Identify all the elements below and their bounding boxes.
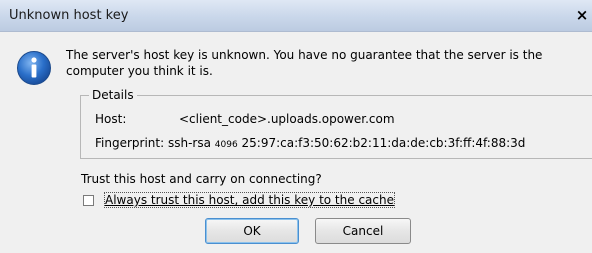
always-trust-checkbox[interactable] — [83, 195, 94, 206]
info-icon — [17, 51, 51, 85]
details-legend: Details — [89, 87, 137, 103]
fingerprint-type: ssh-rsa — [167, 136, 211, 150]
message-line-2: computer you think it is. — [66, 64, 213, 78]
host-label: Host: — [95, 112, 127, 126]
message-line-1: The server's host key is unknown. You ha… — [66, 48, 543, 62]
host-value: <client_code>.uploads.opower.com — [179, 112, 395, 126]
fingerprint-bits: 4096 — [214, 140, 238, 150]
fingerprint-label: Fingerprint: — [95, 136, 165, 150]
cancel-button[interactable]: Cancel — [315, 218, 411, 244]
fingerprint-row: Fingerprint: ssh-rsa 4096 25:97:ca:f3:50… — [95, 136, 525, 150]
ok-button[interactable]: OK — [205, 218, 299, 244]
message-text: The server's host key is unknown. You ha… — [66, 47, 592, 79]
details-groupbox: Details Host: <client_code>.uploads.opow… — [80, 87, 592, 159]
title-bar[interactable]: Unknown host key × — [0, 0, 592, 32]
trust-question: Trust this host and carry on connecting? — [81, 172, 322, 186]
unknown-host-key-dialog: Unknown host key × The server's host key… — [0, 0, 592, 253]
close-button[interactable]: × — [572, 5, 592, 25]
window-title: Unknown host key — [9, 8, 129, 23]
always-trust-label[interactable]: Always trust this host, add this key to … — [104, 192, 395, 208]
fingerprint-value: 25:97:ca:f3:50:62:b2:11:da:de:cb:3f:ff:4… — [241, 136, 526, 150]
